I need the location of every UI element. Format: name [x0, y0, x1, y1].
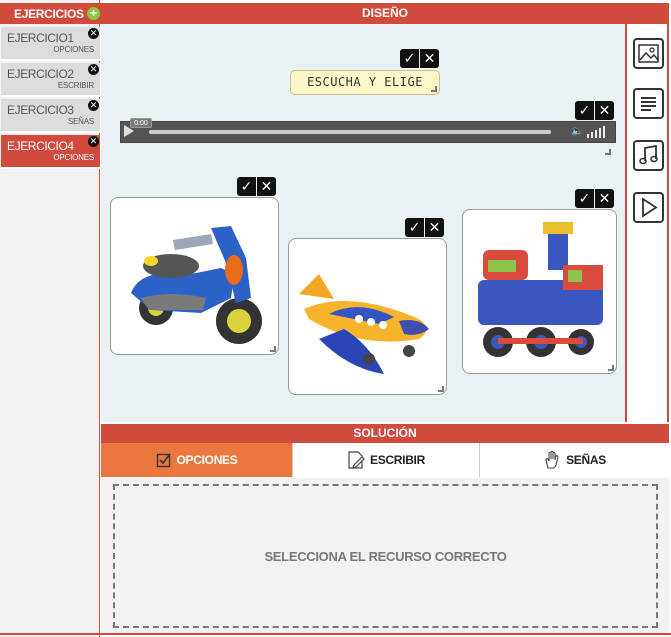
resize-handle-icon[interactable] — [431, 86, 437, 92]
exercise-sidebar: EJERCICIOS + EJERCICIO1 OPCIONES ✕ EJERC… — [0, 0, 101, 637]
sidebar-header: EJERCICIOS + — [0, 3, 101, 24]
resize-handle-icon[interactable] — [605, 149, 611, 155]
train-illustration — [478, 222, 603, 357]
image-card-train[interactable] — [462, 209, 617, 374]
tab-label: ESCRIBIR — [370, 453, 425, 467]
bottom-border — [0, 633, 671, 637]
delete-x-icon[interactable]: ✕ — [425, 218, 444, 237]
exercise-type: OPCIONES — [53, 153, 94, 162]
confirm-check-icon[interactable]: ✓ — [400, 49, 419, 68]
exercise-name: EJERCICIO1 — [7, 31, 74, 45]
exercise-item-3[interactable]: EJERCICIO3 SEÑAS ✕ — [1, 99, 100, 133]
exercise-item-1[interactable]: EJERCICIO1 OPCIONES ✕ — [1, 27, 100, 61]
exercise-type: SEÑAS — [67, 117, 94, 126]
tab-senas[interactable]: SEÑAS — [480, 443, 669, 477]
delete-exercise-icon[interactable]: ✕ — [88, 28, 99, 39]
solution-tabs: OPCIONES ESCRIBIR SEÑAS — [101, 443, 669, 477]
title-controls: ✓ ✕ — [400, 49, 439, 68]
delete-x-icon[interactable]: ✕ — [595, 101, 614, 120]
delete-exercise-icon[interactable]: ✕ — [88, 64, 99, 75]
solution-header: SOLUCIÓN — [101, 424, 669, 443]
exercise-name: EJERCICIO4 — [7, 139, 74, 153]
delete-x-icon[interactable]: ✕ — [595, 189, 614, 208]
music-icon — [639, 144, 658, 165]
resize-handle-icon[interactable] — [438, 386, 444, 392]
confirm-check-icon[interactable]: ✓ — [405, 218, 424, 237]
image-icon — [638, 44, 659, 63]
audio-controls: ✓ ✕ — [575, 101, 614, 120]
drop-zone-placeholder: SELECCIONA EL RECURSO CORRECTO — [264, 548, 507, 564]
exercise-item-2[interactable]: EJERCICIO2 ESCRIBIR ✕ — [1, 63, 100, 97]
hand-icon — [545, 450, 559, 469]
resize-handle-icon[interactable] — [608, 365, 614, 371]
player-time: 0:00 — [130, 118, 152, 128]
add-exercise-button[interactable]: + — [87, 7, 100, 20]
title-text-box[interactable]: ESCUCHA Y ELIGE — [290, 70, 440, 95]
exercise-type: OPCIONES — [53, 45, 94, 54]
resize-handle-icon[interactable] — [270, 346, 276, 352]
image-card-scooter[interactable] — [110, 197, 279, 355]
confirm-check-icon[interactable]: ✓ — [575, 101, 594, 120]
solution-panel: SELECCIONA EL RECURSO CORRECTO — [101, 478, 669, 633]
volume-bars[interactable] — [587, 126, 612, 138]
delete-exercise-icon[interactable]: ✕ — [88, 136, 99, 147]
video-play-icon — [642, 197, 658, 218]
add-text-button[interactable] — [633, 88, 664, 119]
exercise-type: ESCRIBIR — [57, 81, 94, 90]
title-text: ESCUCHA Y ELIGE — [307, 75, 423, 89]
exercise-item-4[interactable]: EJERCICIO4 OPCIONES ✕ — [1, 135, 100, 169]
pencil-icon — [348, 451, 365, 469]
checkbox-icon — [156, 453, 171, 468]
confirm-check-icon[interactable]: ✓ — [237, 177, 256, 196]
add-image-button[interactable] — [633, 38, 664, 69]
image-controls: ✓ ✕ — [575, 189, 614, 208]
add-video-button[interactable] — [633, 192, 664, 223]
sidebar-title: EJERCICIOS — [14, 7, 84, 21]
exercise-name: EJERCICIO3 — [7, 103, 74, 117]
image-controls: ✓ ✕ — [405, 218, 444, 237]
delete-x-icon[interactable]: ✕ — [257, 177, 276, 196]
resource-toolbar — [625, 24, 669, 422]
text-icon — [641, 97, 656, 111]
tab-opciones[interactable]: OPCIONES — [101, 443, 293, 477]
audio-player: 0:00 🔈 — [120, 118, 616, 143]
tab-label: SEÑAS — [566, 453, 606, 467]
image-card-airplane[interactable] — [288, 238, 447, 395]
add-audio-button[interactable] — [633, 140, 664, 171]
exercise-name: EJERCICIO2 — [7, 67, 74, 81]
confirm-check-icon[interactable]: ✓ — [575, 189, 594, 208]
tab-escribir[interactable]: ESCRIBIR — [293, 443, 480, 477]
image-controls: ✓ ✕ — [237, 177, 276, 196]
design-header: DISEÑO — [101, 3, 669, 24]
delete-exercise-icon[interactable]: ✕ — [88, 100, 99, 111]
volume-icon[interactable]: 🔈 — [571, 126, 583, 138]
tab-label: OPCIONES — [176, 453, 238, 467]
player-progress-track[interactable] — [149, 130, 551, 134]
delete-x-icon[interactable]: ✕ — [420, 49, 439, 68]
scooter-illustration — [131, 226, 262, 344]
airplane-illustration — [299, 274, 429, 374]
answer-drop-zone[interactable]: SELECCIONA EL RECURSO CORRECTO — [113, 484, 658, 628]
